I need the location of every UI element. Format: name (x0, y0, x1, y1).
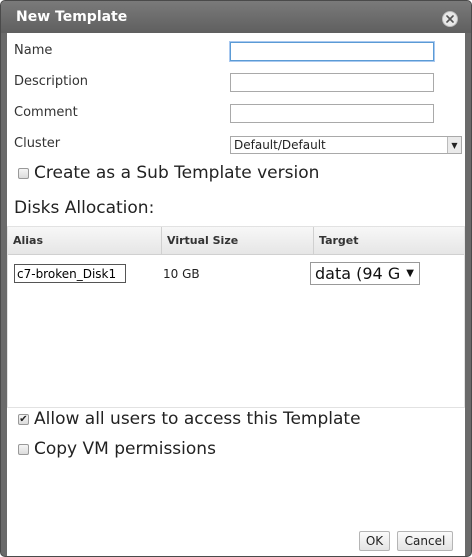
disk-virtual-size: 10 GB (163, 267, 200, 281)
dialog-content: Name Description Comment Cluster Default… (7, 33, 465, 526)
disks-table: Alias Virtual Size Target 10 GB data (94… (7, 226, 465, 408)
dialog-titlebar[interactable]: New Template (1, 1, 471, 33)
cluster-selected-value: Default/Default (234, 138, 326, 152)
name-label: Name (14, 43, 53, 58)
close-icon[interactable] (442, 11, 458, 27)
chevron-down-icon[interactable]: ▼ (447, 137, 461, 153)
close-x-glyph (446, 15, 454, 23)
column-header-alias: Alias (8, 227, 162, 255)
cluster-label: Cluster (14, 136, 61, 151)
dialog-title: New Template (16, 9, 128, 25)
caret-down-icon[interactable]: ▼ (406, 268, 414, 279)
disks-table-header: Alias Virtual Size Target (8, 227, 464, 255)
description-input[interactable] (230, 73, 434, 92)
dialog-footer: OK Cancel (7, 526, 465, 556)
column-header-virtual-size: Virtual Size (162, 227, 314, 255)
comment-input[interactable] (230, 104, 434, 123)
sub-template-label: Create as a Sub Template version (34, 163, 320, 183)
ok-button[interactable]: OK (359, 531, 390, 551)
cancel-button[interactable]: Cancel (397, 531, 453, 551)
disks-allocation-title: Disks Allocation: (14, 198, 155, 218)
comment-label: Comment (14, 105, 78, 120)
name-input[interactable] (230, 42, 434, 61)
disk-target-value: data (94 G (315, 264, 401, 283)
new-template-dialog: New Template Name Description Comment Cl… (0, 0, 472, 557)
disk-target-select[interactable]: data (94 G ▼ (310, 262, 420, 285)
description-label: Description (14, 74, 89, 89)
allow-all-users-checkbox[interactable]: ✔ (18, 414, 29, 425)
allow-all-users-label: Allow all users to access this Template (34, 409, 361, 429)
copy-vm-permissions-checkbox[interactable] (18, 444, 29, 455)
copy-vm-permissions-label: Copy VM permissions (34, 439, 216, 459)
disk-alias-input[interactable] (14, 264, 126, 283)
column-header-target: Target (319, 234, 359, 247)
cluster-select[interactable]: Default/Default ▼ (230, 136, 462, 154)
sub-template-checkbox[interactable] (18, 168, 29, 179)
